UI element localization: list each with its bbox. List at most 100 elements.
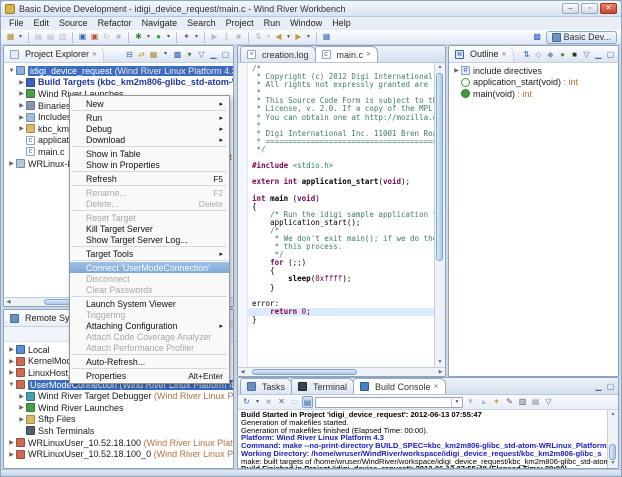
close-icon[interactable]: ✕	[502, 51, 507, 58]
context-menu-item-show-in-table[interactable]: Show in Table	[70, 148, 229, 159]
console-tab-build-console[interactable]: Build Console✕	[353, 378, 446, 394]
maximize-icon[interactable]: ▢	[221, 49, 230, 60]
expander-icon[interactable]: ▶	[7, 451, 16, 458]
context-menu-item-show-target-server-log[interactable]: Show Target Server Log...	[70, 234, 229, 245]
expander-icon[interactable]: ▶	[452, 67, 461, 74]
editor-tab-main-c[interactable]: cmain.c✕	[315, 46, 379, 62]
console-tab-tasks[interactable]: Tasks	[240, 378, 292, 394]
menu-window[interactable]: Window	[285, 17, 327, 30]
terminate-icon[interactable]: ■	[233, 31, 244, 43]
scroll-down-icon[interactable]: ▼	[435, 358, 445, 367]
terminate-icon[interactable]: ■	[263, 396, 274, 408]
open-perspective-icon[interactable]: ▩	[532, 31, 543, 43]
suspend-icon[interactable]: ∥	[221, 31, 232, 43]
context-menu-item-debug[interactable]: Debug▸	[70, 123, 229, 134]
console-search-combo[interactable]: ▼	[315, 397, 463, 408]
tree-item-include-directives[interactable]: ▶#include directives	[449, 65, 618, 77]
context-menu-item-new[interactable]: New▸	[70, 98, 229, 109]
menu-source[interactable]: Source	[54, 17, 93, 30]
context-menu-item-auto-refresh[interactable]: Auto-Refresh...	[70, 356, 229, 367]
expander-icon[interactable]: ▶	[7, 358, 16, 365]
expander-icon[interactable]: ▶	[7, 369, 16, 376]
window-maximize-button[interactable]: ▫	[581, 3, 598, 14]
tree-item-ssh-terminals[interactable]: Ssh Terminals	[4, 425, 233, 437]
clear-console-icon[interactable]: ▭	[289, 396, 300, 408]
stop-build-icon[interactable]: ■	[113, 31, 124, 43]
forward-dropdown-icon[interactable]: ▾	[305, 31, 312, 43]
scroll-right-icon[interactable]: ▶	[436, 368, 445, 376]
close-icon[interactable]: ✕	[434, 383, 439, 390]
outline-tab[interactable]: ≣ Outline ✕	[449, 46, 514, 62]
filters-dropdown-icon[interactable]: ▾	[185, 49, 194, 60]
console-refresh-icon[interactable]: ↻	[241, 396, 252, 408]
expander-icon[interactable]: ▶	[17, 90, 26, 97]
resume-icon[interactable]: ▶	[209, 31, 220, 43]
expander-icon[interactable]: ▶	[7, 439, 16, 446]
expander-icon[interactable]: ▶	[17, 114, 26, 121]
build-all-icon[interactable]: ▣	[89, 31, 100, 43]
maximize-icon[interactable]: ▢	[606, 49, 615, 60]
console-output[interactable]: Build Started in Project 'idigi_device_r…	[238, 410, 607, 468]
sort-icon[interactable]: ⇅	[253, 31, 264, 43]
context-menu-item-attaching-configuration[interactable]: Attaching Configuration▸	[70, 320, 229, 331]
sort-dropdown-icon[interactable]: ▾	[265, 31, 272, 43]
save-icon[interactable]: ▤	[33, 31, 44, 43]
minimize-icon[interactable]: ▁	[594, 381, 603, 392]
close-icon[interactable]: ✕	[92, 51, 97, 58]
maximize-icon[interactable]: ▢	[606, 381, 615, 392]
run-dropdown-icon[interactable]: ▾	[165, 31, 172, 43]
context-menu-item-properties[interactable]: PropertiesAlt+Enter	[70, 370, 229, 381]
context-menu-item-kill-target-server[interactable]: Kill Target Server	[70, 223, 229, 234]
menu-edit[interactable]: Edit	[29, 17, 55, 30]
window-close-button[interactable]: ✕	[600, 3, 617, 14]
working-sets-icon[interactable]: ▩	[173, 49, 182, 60]
external-tools-dropdown-icon[interactable]: ▾	[193, 31, 200, 43]
tree-item-build-targets-kbc-km2m806-glibc-std-atom-wrlinux-platform[interactable]: ▶Build Targets (kbc_km2m806-glibc_std-at…	[4, 77, 233, 89]
pin-console-icon[interactable]: ▤	[302, 396, 313, 408]
collapse-all-icon[interactable]: ⊟	[125, 49, 134, 60]
menu-help[interactable]: Help	[327, 17, 356, 30]
scroll-up-icon[interactable]: ▲	[608, 410, 618, 419]
code-editor[interactable]: /* * Copyright (c) 2012 Digi Internation…	[248, 63, 434, 367]
expander-icon[interactable]: ▶	[17, 102, 26, 109]
editor-vscrollbar[interactable]: ▲ ▼	[434, 63, 445, 367]
tree-item-wind-river-launches[interactable]: ▶Wind River Launches	[4, 402, 233, 414]
customize-view-dropdown-icon[interactable]: ▾	[161, 49, 170, 60]
menu-refactor[interactable]: Refactor	[93, 17, 137, 30]
window-minimize-button[interactable]: –	[562, 3, 579, 14]
view-menu-icon[interactable]: ▽	[582, 49, 591, 60]
perspective-button[interactable]: Basic Dev...	[546, 31, 617, 44]
next-match-icon[interactable]: ▼	[465, 396, 476, 408]
tree-item-wind-river-target-debugger[interactable]: ▶Wind River Target Debugger (Wind River …	[4, 390, 233, 402]
tree-item-idigi-device-request[interactable]: ▼idigi_device_request (Wind River Linux …	[4, 65, 233, 77]
context-menu-item-refresh[interactable]: RefreshF5	[70, 173, 229, 184]
editor-hscrollbar[interactable]: ◀ ▶	[238, 367, 445, 376]
hide-fields-icon[interactable]: ◇	[534, 49, 543, 60]
forward-icon[interactable]: ▶	[293, 31, 304, 43]
print-icon[interactable]: ▥	[57, 31, 68, 43]
context-menu-item-show-in-properties[interactable]: Show in Properties	[70, 159, 229, 170]
sort-icon[interactable]: ⇅	[522, 49, 531, 60]
show-in-table-icon[interactable]: ▦	[321, 31, 332, 43]
scroll-left-icon[interactable]: ◀	[238, 368, 247, 376]
context-menu-item-download[interactable]: Download▸	[70, 134, 229, 145]
hide-static-icon[interactable]: ◆	[546, 49, 555, 60]
menu-file[interactable]: File	[4, 17, 29, 30]
scrollbar-thumb[interactable]	[436, 73, 443, 261]
expander-icon[interactable]: ▶	[17, 79, 26, 86]
view-menu-icon[interactable]: ▽	[543, 396, 554, 408]
previous-match-icon[interactable]: ▲	[478, 396, 489, 408]
context-menu-item-connect-usermodeconnection[interactable]: Connect 'UserModeConnection'	[70, 262, 229, 273]
run-icon[interactable]: ●	[153, 31, 164, 43]
menu-search[interactable]: Search	[182, 17, 221, 30]
export-log-icon[interactable]: ▤	[530, 396, 541, 408]
filters-icon[interactable]: ■	[570, 49, 579, 60]
tree-item-wrlinuxuser-10-52-18-100-0[interactable]: ▶WRLinuxUser_10.52.18.100_0 (Wind River …	[4, 448, 233, 460]
scroll-down-icon[interactable]: ▼	[608, 459, 618, 468]
debug-dropdown-icon[interactable]: ▾	[145, 31, 152, 43]
scroll-left-icon[interactable]: ◀	[4, 298, 13, 306]
menu-navigate[interactable]: Navigate	[137, 17, 183, 30]
menu-run[interactable]: Run	[259, 17, 286, 30]
editor-tab-creation-log[interactable]: ≡creation.log	[240, 46, 316, 62]
expander-icon[interactable]: ▶	[7, 160, 16, 167]
